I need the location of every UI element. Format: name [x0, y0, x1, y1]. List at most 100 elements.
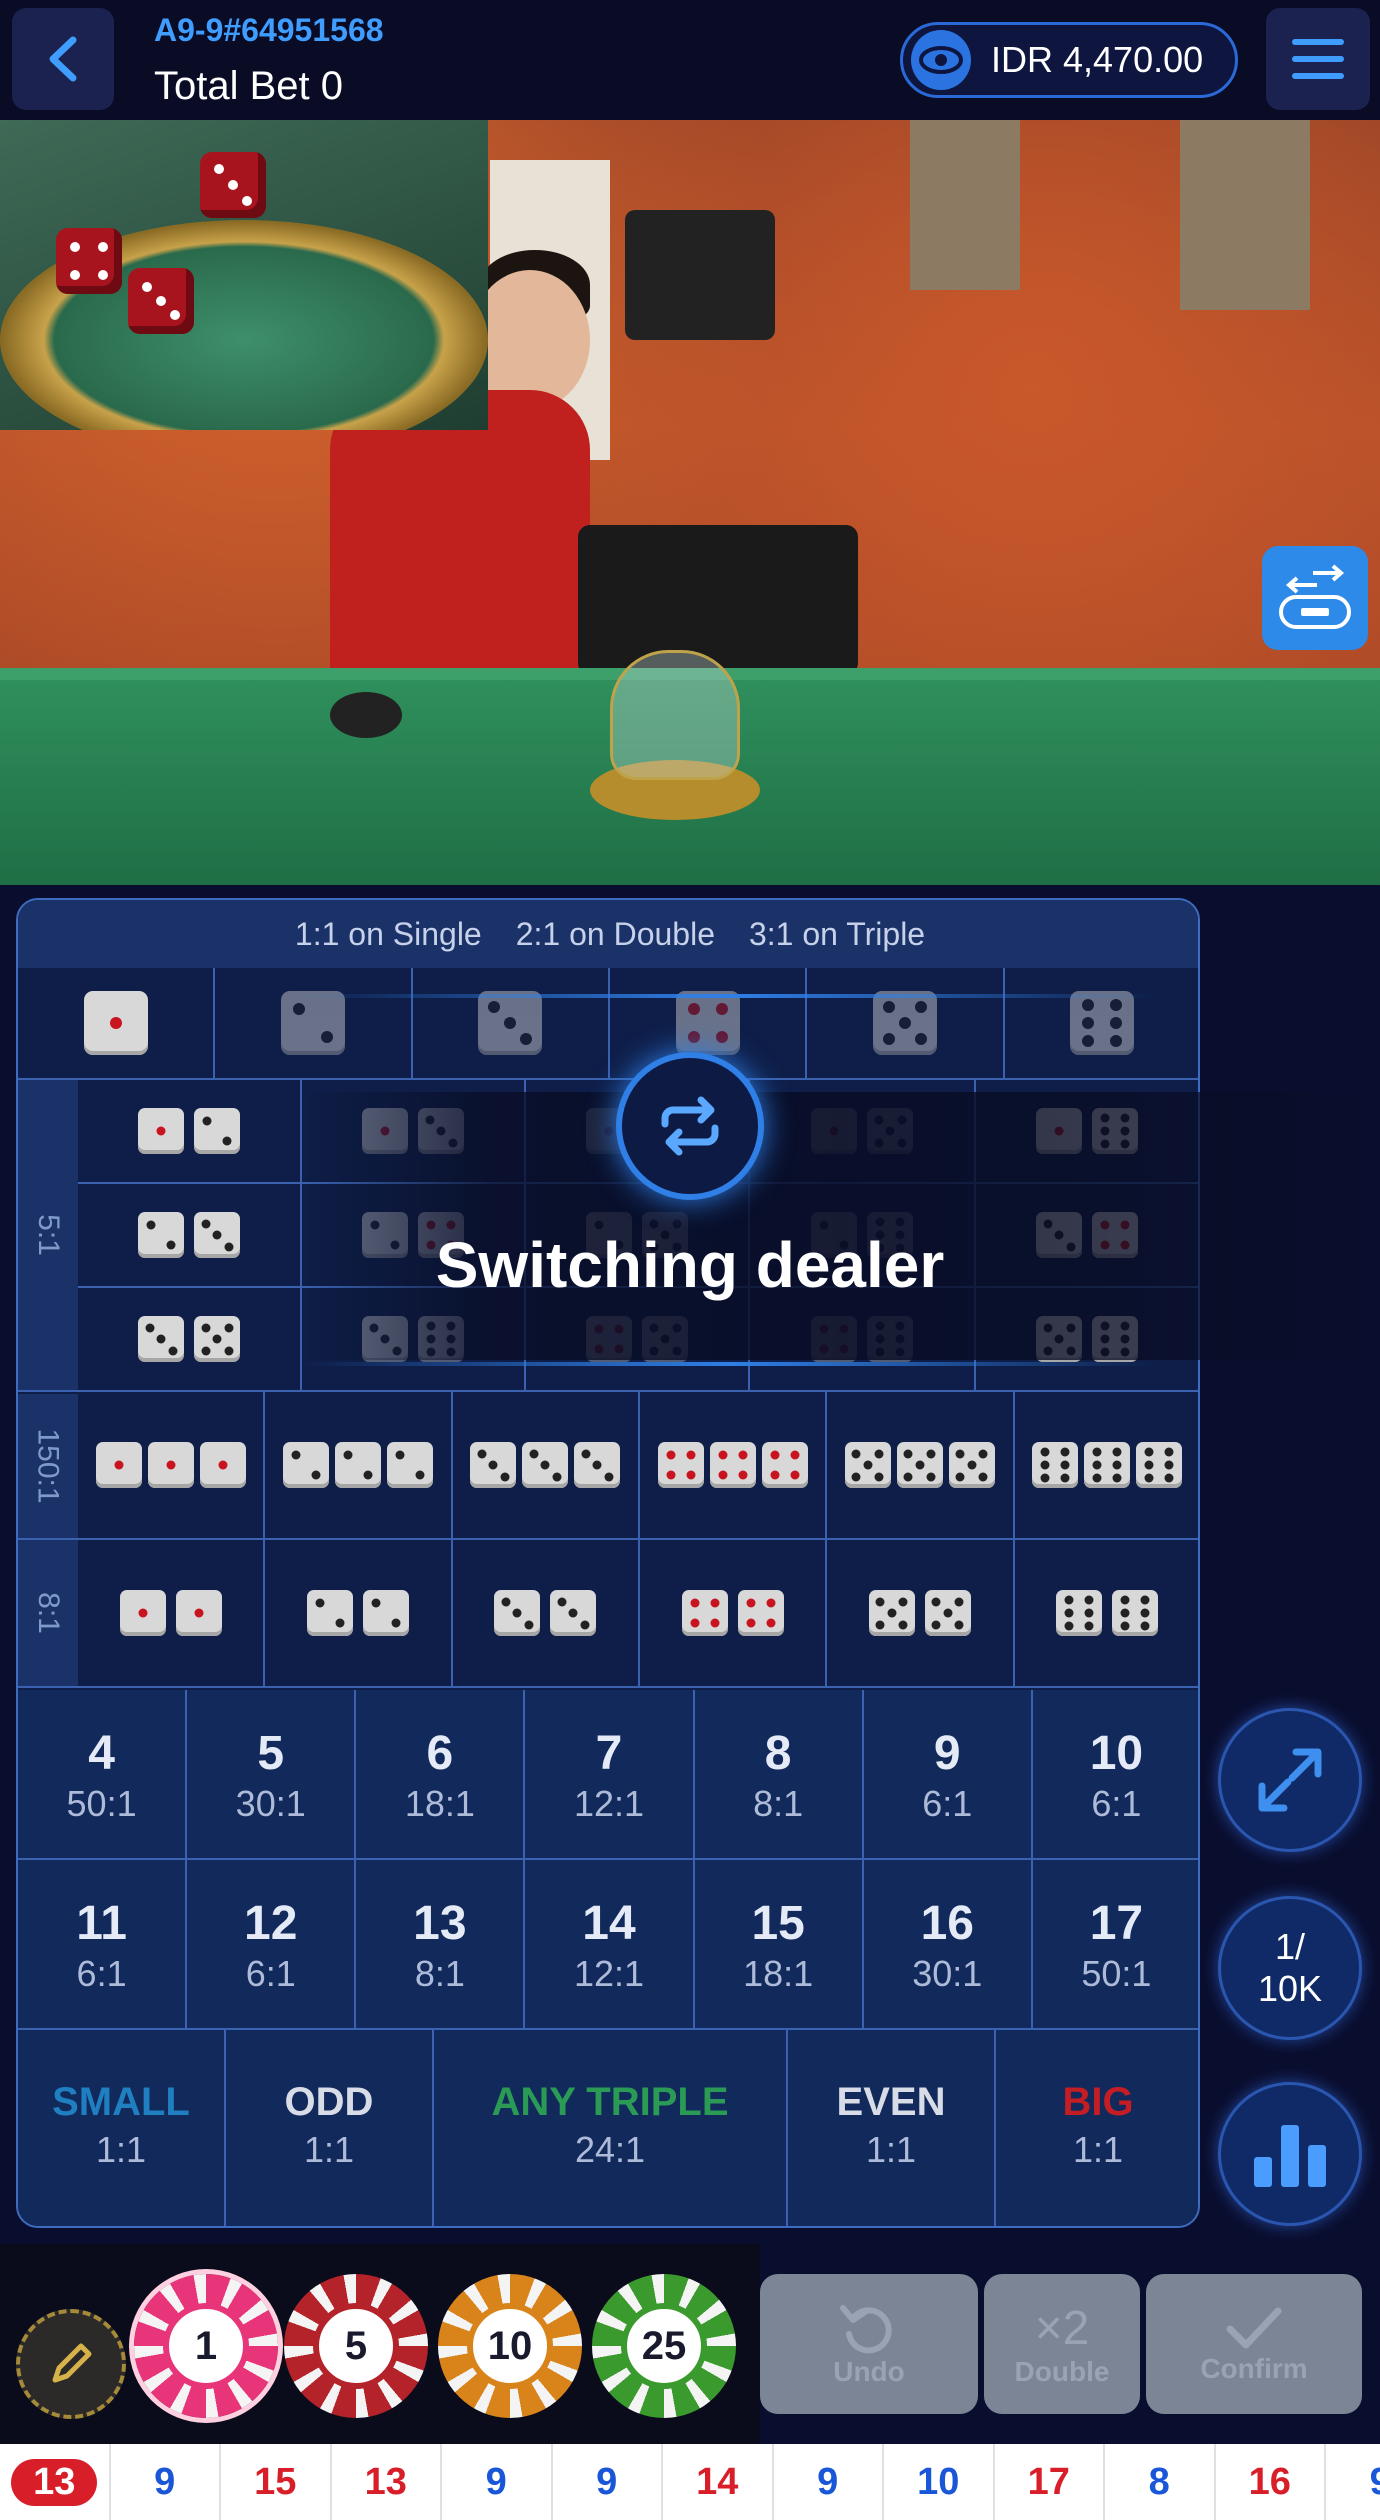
triple-bet-6[interactable]	[1014, 1392, 1198, 1540]
total-payout: 12:1	[573, 1953, 645, 1994]
bet-payout: 1:1	[865, 2129, 917, 2170]
double-bet-3[interactable]	[452, 1540, 640, 1688]
total-payout: 6:1	[76, 1953, 127, 1994]
single-bet-1[interactable]	[18, 968, 216, 1080]
bet-even[interactable]: EVEN 1:1	[788, 2030, 996, 2226]
total-bet-13[interactable]: 13 8:1	[356, 1860, 526, 2030]
die-face-4	[761, 1442, 808, 1488]
statistics-button[interactable]	[1218, 2082, 1362, 2226]
chip-value: 25	[621, 2303, 707, 2389]
history-value: 9	[817, 2460, 839, 2503]
total-bet-9[interactable]: 9 6:1	[863, 1690, 1033, 1860]
double-bet-5[interactable]	[827, 1540, 1015, 1688]
chip-1[interactable]: 1	[134, 2274, 278, 2418]
combination-bet-3-5[interactable]	[78, 1288, 302, 1392]
chip-10[interactable]: 10	[438, 2274, 582, 2418]
chevron-left-icon	[49, 36, 77, 82]
total-bet-17[interactable]: 17 50:1	[1032, 1860, 1198, 2030]
combination-bet-2-3[interactable]	[78, 1184, 302, 1288]
total-payout: 6:1	[1091, 1783, 1142, 1824]
payout-double: 2:1 on Double	[515, 915, 715, 952]
triple-bet-1[interactable]	[78, 1392, 266, 1540]
eye-icon[interactable]	[911, 30, 971, 90]
results-history: 13 9 15 13 9 9 14 9 10 17 8 16 9	[0, 2444, 1380, 2520]
total-bet-11[interactable]: 11 6:1	[18, 1860, 188, 2030]
chip-value: 1	[163, 2303, 249, 2389]
single-bet-2[interactable]	[215, 968, 413, 1080]
dealer-head	[470, 270, 590, 410]
total-payout: 8:1	[414, 1953, 465, 1994]
single-bet-3[interactable]	[412, 968, 610, 1080]
double-button[interactable]: ×2 Double	[984, 2274, 1140, 2414]
total-payout: 8:1	[753, 1783, 804, 1824]
bet-odd[interactable]: ODD 1:1	[226, 2030, 434, 2226]
single-bet-6[interactable]	[1004, 968, 1198, 1080]
total-bet-10[interactable]: 10 6:1	[1032, 1690, 1198, 1860]
total-payout: 30:1	[912, 1953, 983, 1994]
die-face-3	[478, 991, 543, 1055]
expand-button[interactable]	[1218, 1708, 1362, 1852]
video-pillar	[910, 120, 1020, 290]
triple-bet-2[interactable]	[265, 1392, 453, 1540]
video-pillar	[1180, 120, 1310, 310]
die-face-4	[657, 1442, 704, 1488]
die-face-1	[119, 1590, 166, 1636]
video-chair	[625, 210, 775, 340]
total-payout: 18:1	[743, 1953, 814, 1994]
double-bet-6[interactable]	[1014, 1540, 1198, 1688]
bet-payout: 24:1	[574, 2129, 646, 2170]
switch-view-button[interactable]	[1262, 546, 1368, 650]
die-face-1	[138, 1108, 184, 1154]
total-payout: 18:1	[404, 1783, 475, 1824]
single-bet-5[interactable]	[807, 968, 1005, 1080]
die-face-5	[872, 991, 937, 1055]
undo-button[interactable]: Undo	[760, 2274, 978, 2414]
row-label-text: 150:1	[32, 1428, 66, 1504]
die-face-4	[675, 991, 740, 1055]
total-bet-12[interactable]: 12 6:1	[187, 1860, 357, 2030]
history-item: 9	[1326, 2444, 1380, 2520]
die-face-6	[1084, 1442, 1131, 1488]
total-value: 12	[244, 1897, 298, 1950]
double-symbol: ×2	[1034, 2301, 1090, 2355]
bet-any-triple[interactable]: ANY TRIPLE 24:1	[434, 2030, 788, 2226]
total-bet-16[interactable]: 16 30:1	[863, 1860, 1033, 2030]
bet-limit-button[interactable]: 1/ 10K	[1218, 1896, 1362, 2040]
double-bet-2[interactable]	[265, 1540, 453, 1688]
combination-bet-1-2[interactable]	[78, 1080, 302, 1184]
checkmark-icon	[1226, 2307, 1282, 2349]
chip-5[interactable]: 5	[284, 2274, 428, 2418]
die-face-6	[1136, 1442, 1183, 1488]
triple-bet-3[interactable]	[452, 1392, 640, 1540]
video-mouse	[330, 692, 402, 738]
total-bet-4[interactable]: 4 50:1	[18, 1690, 188, 1860]
total-bet-8[interactable]: 8 8:1	[694, 1690, 864, 1860]
total-bet-7[interactable]: 7 12:1	[525, 1690, 695, 1860]
menu-button[interactable]	[1266, 8, 1370, 110]
history-value: 9	[1370, 2461, 1380, 2504]
double-bet-4[interactable]	[640, 1540, 828, 1688]
history-item: 13	[0, 2444, 111, 2520]
confirm-label: Confirm	[1200, 2353, 1308, 2384]
undo-icon	[840, 2305, 892, 2354]
triple-bet-4[interactable]	[640, 1392, 828, 1540]
chip-25[interactable]: 25	[592, 2274, 736, 2418]
history-item: 9	[442, 2444, 553, 2520]
edit-chips-button[interactable]	[16, 2309, 126, 2419]
total-bet-6[interactable]: 6 18:1	[356, 1690, 526, 1860]
bet-label: SMALL	[52, 2080, 190, 2124]
bet-big[interactable]: BIG 1:1	[996, 2030, 1198, 2226]
die-face-1	[95, 1442, 142, 1488]
double-bet-1[interactable]	[78, 1540, 266, 1688]
die-face-4	[737, 1590, 784, 1636]
confirm-button[interactable]: Confirm	[1146, 2274, 1362, 2414]
bet-small[interactable]: SMALL 1:1	[18, 2030, 226, 2226]
back-button[interactable]	[12, 8, 114, 110]
total-bet-15[interactable]: 15 18:1	[694, 1860, 864, 2030]
total-bet-5[interactable]: 5 30:1	[187, 1690, 357, 1860]
bet-label: EVEN	[836, 2080, 946, 2124]
switching-overlay	[300, 1092, 1380, 1360]
balance-pill[interactable]: IDR 4,470.00	[900, 22, 1238, 98]
triple-bet-5[interactable]	[827, 1392, 1015, 1540]
total-bet-14[interactable]: 14 12:1	[525, 1860, 695, 2030]
